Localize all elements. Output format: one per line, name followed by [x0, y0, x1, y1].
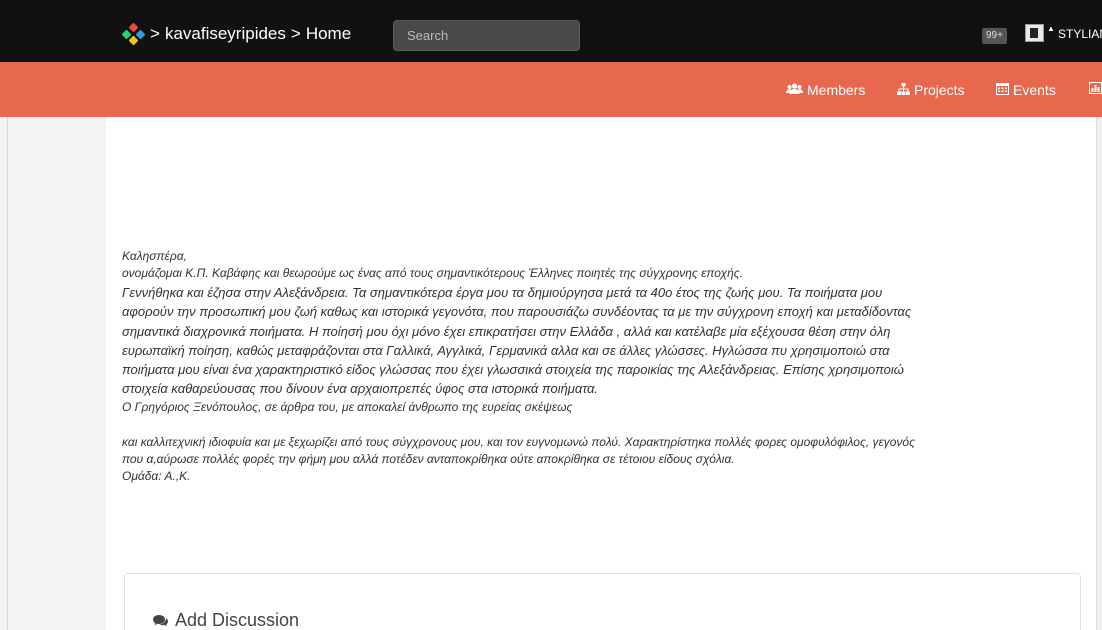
sitemap-icon	[897, 82, 910, 98]
post-body: Καλησπέρα, ονομάζομαι Κ.Π. Καβάφης και θ…	[122, 248, 1057, 485]
left-rail	[0, 117, 8, 630]
community-logo-icon[interactable]	[121, 22, 146, 46]
post-line: σημαντικά διαχρονικά ποιήματα. Η ποίησή …	[122, 323, 891, 339]
section-navbar: Members Projects Events	[0, 62, 1102, 117]
post-line: στοιχεία καθαρεύουσας που δίνουν ένα αρχ…	[122, 381, 599, 397]
breadcrumb: > kavafiseyripides > Home	[121, 22, 351, 46]
notifications-badge[interactable]: 99+	[982, 28, 1007, 44]
search-input[interactable]	[393, 20, 580, 51]
nav-more[interactable]	[1089, 82, 1102, 97]
breadcrumb-page[interactable]: Home	[306, 24, 351, 44]
user-caret-icon[interactable]: ▲	[1047, 24, 1055, 33]
nav-members[interactable]: Members	[786, 82, 865, 98]
comments-icon	[153, 615, 168, 627]
post-line: Γεννήθηκα και έζησα στην Αλεξάνδρεια. Τα…	[122, 285, 883, 300]
chart-icon	[1089, 82, 1102, 97]
post-line: και καλλιτεχνική ιδιοφυία και με ξεχωρίζ…	[122, 434, 915, 449]
post-team: Ομάδα: Α.,Κ.	[122, 468, 191, 483]
post-line: ευρωπαϊκή ποίηση, καθώς μεταφράζονται στ…	[122, 342, 890, 358]
post-quote-line: Ο Γρηγόριος Ξενόπουλος, σε άρθρα του, με…	[122, 399, 573, 414]
nav-events-label: Events	[1013, 82, 1056, 98]
user-avatar[interactable]	[1025, 24, 1044, 42]
discussion-panel: Add Discussion	[124, 573, 1081, 630]
nav-projects[interactable]: Projects	[897, 82, 965, 98]
post-intro: ονομάζομαι Κ.Π. Καβάφης και θεωρούμε ως …	[122, 266, 743, 280]
top-navbar: > kavafiseyripides > Home 99+ ▲ STYLIAN	[0, 0, 1102, 62]
post-line: ποιήματα μου είναι ένα χαρακτηριστικό εί…	[122, 362, 904, 378]
users-icon	[786, 82, 803, 98]
add-discussion-label: Add Discussion	[175, 610, 300, 630]
nav-events[interactable]: Events	[996, 82, 1056, 98]
user-name[interactable]: STYLIAN	[1058, 27, 1102, 41]
main-content: Καλησπέρα, ονομάζομαι Κ.Π. Καβάφης και θ…	[106, 117, 1096, 630]
post-line: που α,αύρωσε πολλές φορές την φήμη μου α…	[122, 451, 735, 466]
calendar-icon	[996, 82, 1009, 98]
breadcrumb-community[interactable]: kavafiseyripides	[165, 24, 286, 44]
post-greeting: Καλησπέρα,	[122, 249, 187, 263]
nav-projects-label: Projects	[914, 82, 965, 98]
post-paragraph: Γεννήθηκα και έζησα στην Αλεξάνδρεια. Τα…	[122, 283, 1057, 399]
scrollbar-track[interactable]	[1096, 117, 1102, 630]
breadcrumb-separator: >	[150, 24, 160, 43]
post-line: αφορούν την προσωπική μου ζωή καθως και …	[122, 304, 912, 320]
breadcrumb-separator: >	[290, 24, 301, 43]
nav-members-label: Members	[807, 82, 866, 98]
add-discussion-button[interactable]: Add Discussion	[152, 610, 299, 630]
